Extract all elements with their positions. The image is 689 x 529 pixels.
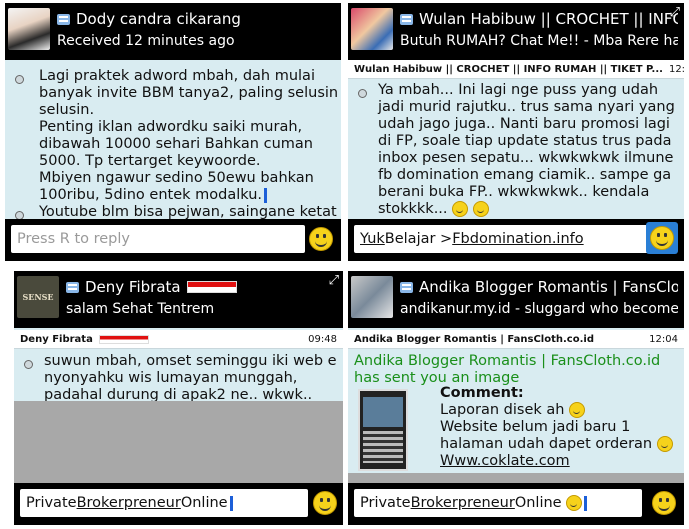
conversation-subheader: Wulan Habibuw || CROCHET || INFO RUMAH |…: [348, 60, 684, 79]
image-notification-text: Andika Blogger Romantis | FansCloth.co.i…: [354, 353, 661, 386]
contact-name: Wulan Habibuw || CROCHET || INFO...: [419, 10, 678, 28]
chat-header: Wulan Habibuw || CROCHET || INFO... Butu…: [348, 3, 684, 60]
text-cursor: [264, 187, 267, 203]
expand-icon[interactable]: ⤢: [670, 5, 680, 20]
message-text: Ya mbah... Ini lagi nge puss yang udah j…: [378, 82, 675, 217]
chat-panel-wulan: Wulan Habibuw || CROCHET || INFO... Butu…: [348, 3, 684, 261]
contact-name: Deny Fibrata: [85, 278, 181, 296]
message-time: 12:04: [649, 333, 678, 345]
smiley-icon[interactable]: [309, 227, 333, 251]
message-text: Lagi praktek adword mbah, dah mulai bany…: [39, 68, 339, 203]
reply-input[interactable]: Press R to reply: [11, 225, 305, 253]
emoji-icon: [472, 201, 489, 217]
subheader-name: Deny Fibrata: [20, 333, 93, 345]
message-status-icon: [358, 89, 367, 98]
emoji-icon: [656, 436, 673, 452]
contact-status: Received 12 minutes ago: [57, 33, 235, 49]
comment-label: Comment:: [440, 385, 524, 401]
emoji-icon: [566, 495, 583, 511]
smiley-icon[interactable]: [313, 491, 337, 515]
chat-header: Dody candra cikarang Received 12 minutes…: [5, 3, 341, 60]
subheader-name: Andika Blogger Romantis | FansCloth.co.i…: [354, 333, 594, 345]
smiley-icon: [650, 226, 674, 250]
contact-status: salam Sehat Tentrem: [66, 301, 215, 317]
reply-input[interactable]: Yuk Belajar > Fbdomination.info: [354, 225, 648, 253]
comment-line: Laporan disek ah: [440, 402, 586, 419]
emoji-icon: [569, 402, 586, 418]
message-status-icon: [24, 360, 33, 369]
chat-panel-andika: Andika Blogger Romantis | FansCloth... a…: [348, 271, 684, 525]
reply-input[interactable]: Private Brokerpreneur Online: [354, 489, 642, 517]
chat-header: SENSE Deny Fibrata salam Sehat Tentrem ⤢: [14, 271, 343, 328]
empty-chat-area: [348, 473, 684, 483]
chat-header: Andika Blogger Romantis | FansCloth... a…: [348, 271, 684, 328]
smiley-icon[interactable]: [652, 491, 676, 515]
reply-bar: Private Brokerpreneur Online: [14, 483, 343, 525]
smiley-button[interactable]: [646, 222, 678, 254]
message-time: 09:48: [308, 333, 337, 345]
avatar[interactable]: [351, 8, 393, 50]
subheader-name: Wulan Habibuw || CROCHET || INFO RUMAH |…: [354, 63, 663, 75]
reply-bar: Yuk Belajar > Fbdomination.info: [348, 219, 684, 261]
bbm-chat-icon: [66, 281, 79, 293]
comment-line: halaman udah dapet orderan: [440, 436, 673, 453]
message-time: 12:40: [668, 63, 684, 75]
text-cursor: [584, 495, 588, 511]
phone-screenshot-thumbnail[interactable]: [358, 389, 408, 471]
reply-input[interactable]: Private Brokerpreneur Online: [20, 489, 308, 517]
conversation-subheader: Andika Blogger Romantis | FansCloth.co.i…: [348, 330, 684, 349]
avatar[interactable]: [351, 276, 393, 318]
avatar[interactable]: [8, 8, 50, 50]
indonesia-flag-icon: [98, 334, 149, 344]
bbm-chat-icon: [400, 281, 413, 293]
contact-name: Andika Blogger Romantis | FansCloth...: [419, 278, 678, 296]
contact-name: Dody candra cikarang: [76, 10, 241, 28]
avatar[interactable]: SENSE: [17, 276, 59, 318]
conversation-subheader: Deny Fibrata 09:48: [14, 330, 343, 349]
reply-bar: Private Brokerpreneur Online: [348, 483, 684, 525]
contact-status: Butuh RUMAH? Chat Me!! - Mba Rere hati..…: [400, 33, 678, 49]
comment-link[interactable]: Www.coklate.com: [440, 453, 570, 470]
message-text: suwun mbah, omset seminggu iki web e nyo…: [44, 353, 337, 403]
indonesia-flag-icon: [186, 281, 237, 293]
bbm-chat-icon: [400, 13, 413, 25]
expand-icon[interactable]: ⤢: [329, 273, 339, 288]
bbm-chat-icon: [57, 13, 70, 25]
empty-chat-area: [14, 401, 343, 483]
emoji-icon: [452, 201, 469, 217]
contact-status: andikanur.my.id - sluggard who become e.…: [400, 301, 678, 317]
chat-panel-dody: Dody candra cikarang Received 12 minutes…: [5, 3, 341, 261]
chat-panel-deny: SENSE Deny Fibrata salam Sehat Tentrem ⤢…: [14, 271, 343, 525]
reply-bar: Press R to reply: [5, 219, 341, 261]
message-status-icon: [15, 75, 24, 84]
comment-line: Website belum jadi baru 1: [440, 419, 631, 435]
avatar-text: SENSE: [22, 292, 54, 302]
text-cursor: [229, 495, 233, 511]
